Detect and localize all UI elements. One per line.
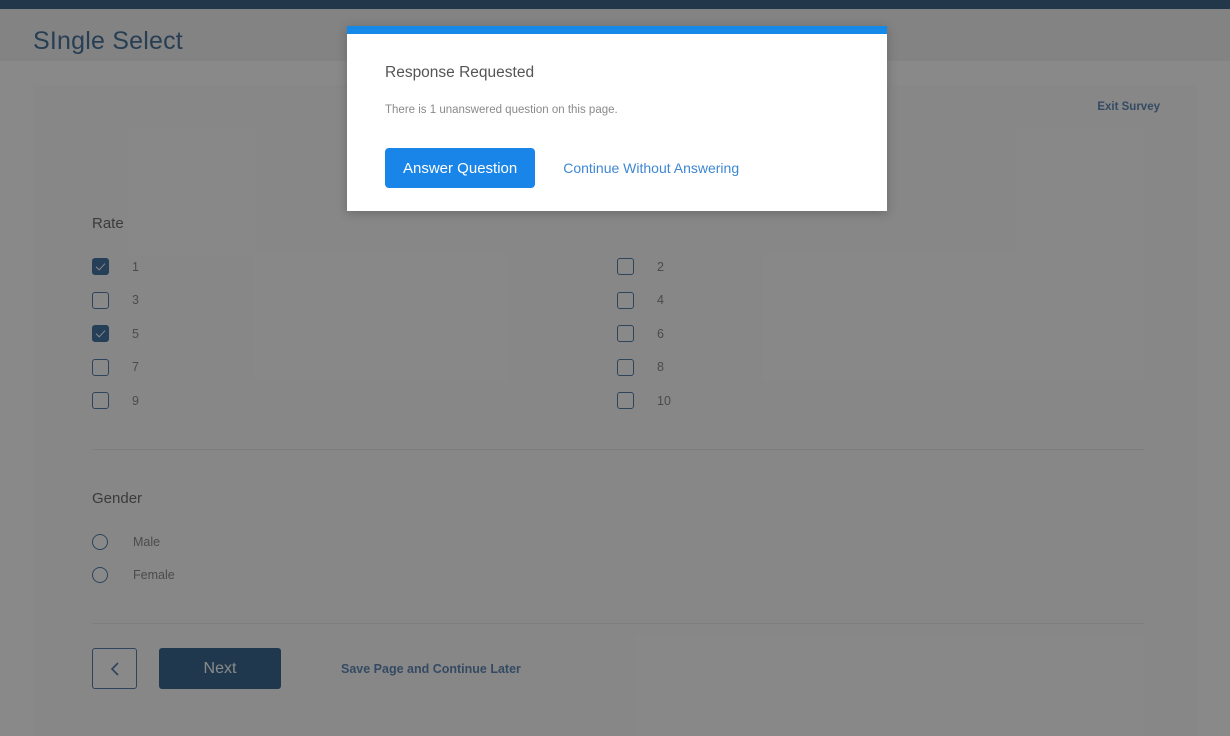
dialog-accent-bar [347, 26, 887, 34]
dialog-message: There is 1 unanswered question on this p… [385, 104, 618, 116]
dialog-body: Response Requested There is 1 unanswered… [347, 34, 887, 188]
dialog-actions: Answer Question Continue Without Answeri… [385, 148, 849, 188]
answer-question-button[interactable]: Answer Question [385, 148, 536, 188]
response-requested-dialog: Response Requested There is 1 unanswered… [347, 26, 887, 211]
continue-without-answering-link[interactable]: Continue Without Answering [563, 160, 739, 176]
dialog-title: Response Requested [385, 64, 535, 81]
